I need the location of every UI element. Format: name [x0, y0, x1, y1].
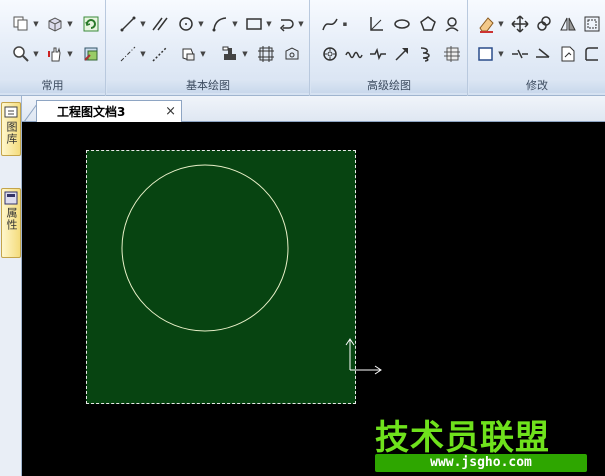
hatch-icon[interactable] — [255, 44, 277, 64]
properties-icon — [4, 191, 18, 205]
rotate-copy-icon[interactable] — [533, 14, 555, 34]
watermark-logo: 技术员联盟 www.jsgho.com — [375, 410, 593, 472]
copy-dropdown-arrow-icon[interactable]: ▼ — [32, 14, 40, 34]
centerline-icon[interactable] — [117, 44, 139, 64]
ribbon-group-modify: ▼ ▼ 修改 — [469, 0, 605, 96]
angle-icon[interactable] — [365, 14, 387, 34]
left-dock-panel: 图库 属性 — [0, 96, 22, 476]
polyline-dropdown-arrow-icon[interactable]: ▼ — [297, 14, 305, 34]
tab-document-title: 工程图文档3 — [57, 105, 126, 119]
curve-icon[interactable] — [319, 14, 341, 34]
parallel-line-icon[interactable] — [149, 14, 171, 34]
3d-box-icon[interactable] — [44, 14, 66, 34]
trim-box-icon[interactable] — [475, 44, 497, 64]
ribbon-group-basic-draw: ▼ ▼ ▼ ▼ ▼ ▼ ▼ ▼ 基本绘图 — [107, 0, 310, 96]
spline-shape-icon[interactable] — [281, 44, 303, 64]
break-icon[interactable] — [509, 44, 531, 64]
polygon-icon[interactable] — [417, 14, 439, 34]
ribbon-toolbar: ▼ ▼ ▼ ▼ 常用 ▼ ▼ ▼ ▼ ▼ ▼ ▼ ▼ 基本绘图 ▪ 高级绘图 ▼… — [0, 0, 605, 96]
ribbon-group-advanced-draw: ▪ 高级绘图 — [311, 0, 468, 96]
refresh-icon[interactable] — [80, 14, 102, 34]
centerline-dropdown-arrow-icon[interactable]: ▼ — [139, 44, 147, 64]
box-dropdown-arrow-icon[interactable]: ▼ — [66, 14, 74, 34]
eraser-icon[interactable] — [475, 14, 497, 34]
dock-tab-library[interactable]: 图库 — [1, 102, 21, 156]
curve-dropdown-arrow-icon[interactable]: ▪ — [341, 14, 349, 34]
sheet-geometry — [121, 164, 289, 332]
zoom-dropdown-arrow-icon[interactable]: ▼ — [32, 44, 40, 64]
user-symbol-icon[interactable] — [441, 14, 463, 34]
region-dropdown-arrow-icon[interactable]: ▼ — [199, 44, 207, 64]
break-line-icon[interactable] — [367, 44, 389, 64]
arc-icon[interactable] — [209, 14, 231, 34]
grid-pattern-icon[interactable] — [441, 44, 463, 64]
scale-icon[interactable] — [581, 14, 603, 34]
trim-dropdown-arrow-icon[interactable]: ▼ — [497, 44, 505, 64]
tab-document[interactable]: 工程图文档3 × — [36, 100, 182, 122]
dock-tab-properties-label: 属性 — [5, 207, 18, 231]
drawn-circle[interactable] — [121, 164, 289, 332]
watermark-text: 技术员联盟 — [375, 418, 550, 458]
pan-icon[interactable] — [44, 44, 66, 64]
rectangle-dropdown-arrow-icon[interactable]: ▼ — [265, 14, 273, 34]
drawing-sheet[interactable] — [86, 150, 356, 404]
ellipse-icon[interactable] — [391, 14, 413, 34]
zoom-icon[interactable] — [10, 44, 32, 64]
region-fill-icon[interactable] — [177, 44, 199, 64]
eraser-dropdown-arrow-icon[interactable]: ▼ — [497, 14, 505, 34]
document-tab-strip: 工程图文档3 × — [22, 96, 605, 122]
close-icon[interactable]: × — [165, 104, 176, 119]
mirror-icon[interactable] — [557, 14, 579, 34]
arc-dropdown-arrow-icon[interactable]: ▼ — [231, 14, 239, 34]
page-edit-icon[interactable] — [557, 44, 579, 64]
spring-icon[interactable] — [415, 44, 437, 64]
layer-icon[interactable] — [80, 44, 102, 64]
dock-tab-properties[interactable]: 属性 — [1, 188, 21, 258]
move-icon[interactable] — [509, 14, 531, 34]
gear-shape-icon[interactable] — [319, 44, 341, 64]
rectangle-icon[interactable] — [243, 14, 265, 34]
polyline-return-icon[interactable] — [275, 14, 297, 34]
pan-dropdown-arrow-icon[interactable]: ▼ — [66, 44, 74, 64]
circle-icon[interactable] — [175, 14, 197, 34]
ribbon-group-label-common: 常用 — [0, 79, 105, 93]
ribbon-group-label-advanced-draw: 高级绘图 — [311, 79, 467, 93]
ribbon-group-common: ▼ ▼ ▼ ▼ 常用 — [0, 0, 106, 96]
wave-line-icon[interactable] — [343, 44, 365, 64]
ribbon-group-label-basic-draw: 基本绘图 — [107, 79, 309, 93]
dock-tab-library-label: 图库 — [5, 121, 18, 145]
corner-icon[interactable] — [581, 44, 603, 64]
dashed-line-icon[interactable] — [149, 44, 171, 64]
stamp-dropdown-arrow-icon[interactable]: ▼ — [241, 44, 249, 64]
line-dropdown-arrow-icon[interactable]: ▼ — [139, 14, 147, 34]
text-stamp-icon[interactable] — [219, 44, 241, 64]
line-icon[interactable] — [117, 14, 139, 34]
coordinate-axis-icon — [345, 338, 382, 375]
library-icon — [4, 106, 18, 118]
circle-dropdown-arrow-icon[interactable]: ▼ — [197, 14, 205, 34]
drawing-canvas[interactable]: 技术员联盟 www.jsgho.com — [22, 122, 605, 476]
copy-icon[interactable] — [10, 14, 32, 34]
ribbon-group-label-modify: 修改 — [469, 79, 605, 93]
arrow-draw-icon[interactable] — [391, 44, 413, 64]
watermark-url: www.jsgho.com — [375, 454, 587, 472]
extend-icon[interactable] — [533, 44, 555, 64]
